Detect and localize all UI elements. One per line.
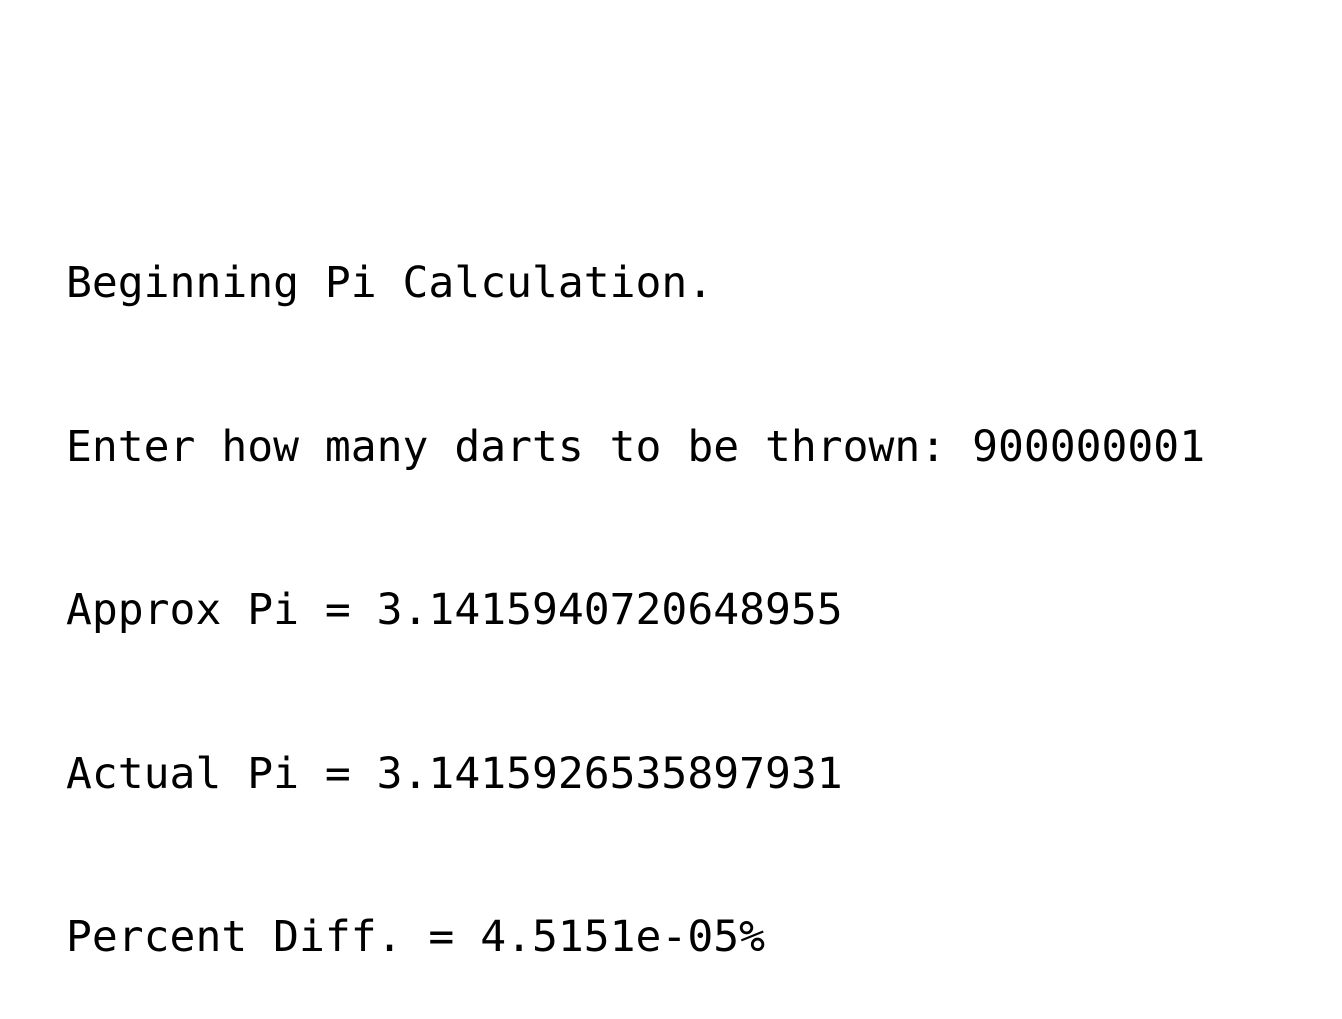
console-line-actual-pi: Actual Pi = 3.1415926535897931 [66, 748, 843, 799]
console-output: Beginning Pi Calculation. Enter how many… [66, 147, 1205, 1019]
console-line-percent-diff: Percent Diff. = 4.5151e-05% [66, 912, 765, 962]
console-line-darts-prompt: Enter how many darts to be thrown: 90000… [66, 421, 1206, 472]
console-line-beginning: Beginning Pi Calculation. [66, 258, 714, 308]
console-line-approx-pi: Approx Pi = 3.1415940720648955 [66, 585, 843, 635]
